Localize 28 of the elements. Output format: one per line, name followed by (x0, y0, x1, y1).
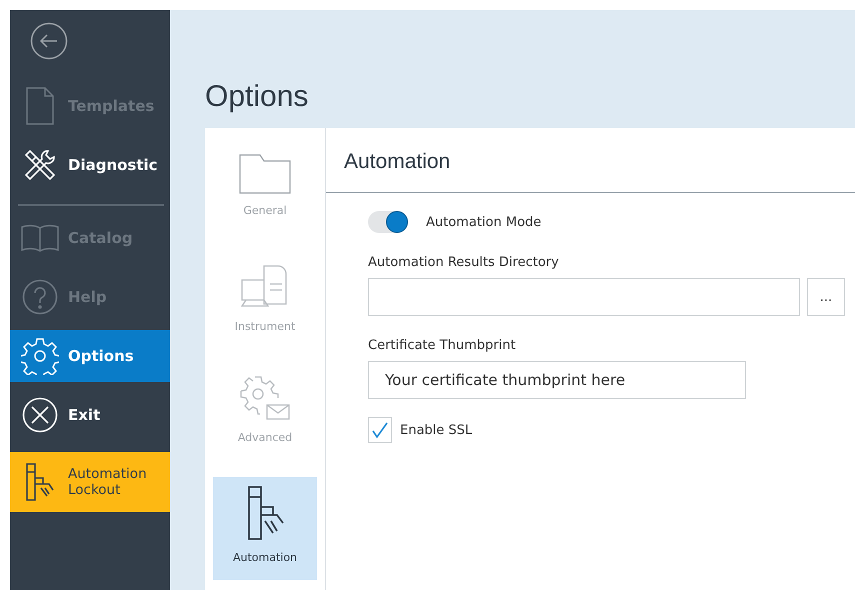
tools-icon (22, 147, 58, 183)
gear-icon (21, 337, 59, 375)
book-icon (21, 224, 59, 252)
help-icon (22, 279, 58, 315)
checkbox[interactable] (368, 417, 392, 443)
sidebar-item[interactable]: Diagnostic (10, 139, 170, 191)
category-tab[interactable]: Advanced (213, 366, 317, 467)
input-field[interactable] (368, 278, 800, 316)
sidebar-item[interactable]: Options (10, 330, 170, 382)
folder-icon (239, 154, 291, 194)
close-icon (22, 397, 58, 433)
page-icon (26, 87, 54, 125)
category-tab[interactable]: Instrument (213, 256, 317, 357)
back-icon[interactable] (30, 22, 68, 60)
field-label: Certificate Thumbprint (368, 338, 517, 353)
checkbox-label: Enable SSL (400, 422, 472, 438)
sidebar-item[interactable]: Exit (10, 389, 170, 441)
category-tab[interactable]: Automation (213, 476, 317, 580)
toggle-switch[interactable] (368, 211, 408, 233)
sidebar-item[interactable]: Automation Lockout (10, 452, 170, 512)
page-title: Options (205, 80, 310, 114)
browse-button[interactable]: ... (807, 278, 845, 316)
category-tab[interactable]: General (213, 146, 317, 246)
toggle-label: Automation Mode (426, 214, 542, 230)
field-label: Automation Results Directory (368, 255, 560, 270)
section-title: Automation (326, 128, 855, 193)
gear-mail-icon (239, 374, 291, 421)
input-field[interactable]: Your certificate thumbprint here (368, 361, 746, 399)
